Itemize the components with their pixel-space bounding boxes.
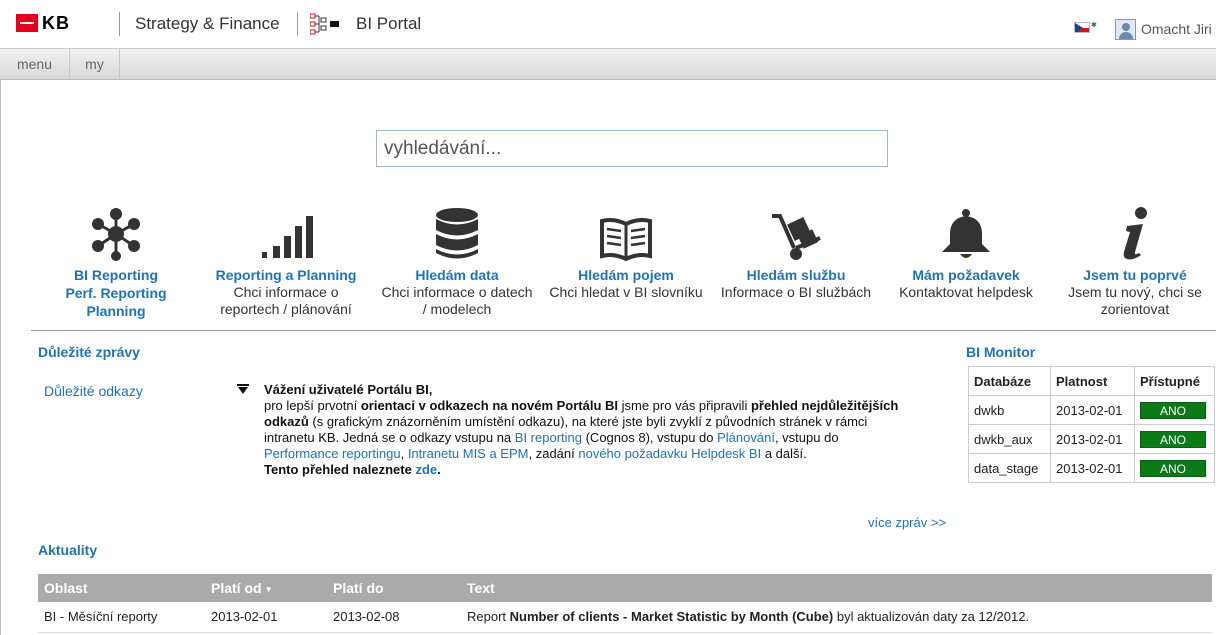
divider — [31, 330, 1216, 331]
link-bi-reporting[interactable]: BI reporting — [515, 430, 582, 445]
book-icon — [600, 218, 652, 262]
kb-logo-mark — [16, 14, 38, 32]
tile-description: Chci hledat v BI slovníku — [549, 284, 703, 300]
tile-description: Informace o BI službách — [720, 284, 872, 300]
column-header-oblast[interactable]: Oblast — [38, 574, 205, 602]
more-news-link[interactable]: více zpráv >> — [868, 515, 946, 530]
tile-title: Hledám službu — [746, 267, 846, 283]
column-header: Platnost — [1050, 366, 1135, 396]
tile-description: Jsem tu nový, chci se zorientovat — [1068, 284, 1202, 317]
column-header: Přístupné — [1134, 366, 1215, 396]
bi-monitor-title: BI Monitor — [966, 344, 1036, 360]
language-marker-icon: ✱ — [1091, 22, 1097, 29]
column-header-plati-do[interactable]: Platí do — [327, 574, 461, 602]
tile-hledam-pojem[interactable]: Hledám pojem Chci hledat v BI slovníku — [541, 198, 711, 301]
link-zde[interactable]: zde — [415, 462, 437, 477]
czech-flag-icon[interactable] — [1074, 22, 1090, 33]
nav-bar: menu my — [0, 48, 1216, 80]
status-badge: ANO — [1140, 459, 1206, 477]
link-helpdesk-request[interactable]: nového požadavku Helpdesk BI — [578, 446, 761, 461]
tile-description: Chci informace o reportech / plánování — [220, 284, 352, 317]
user-name[interactable]: Omacht Jiri — [1141, 21, 1212, 37]
message-greeting: Vážení uživatelé Portálu BI, — [264, 382, 433, 397]
nav-my[interactable]: my — [70, 49, 120, 80]
table-row: dwkb 2013-02-01 ANO — [968, 395, 1215, 425]
column-header-plati-od[interactable]: Platí od ▼ — [205, 574, 327, 602]
header-separator — [119, 12, 120, 36]
header-separator — [297, 12, 298, 36]
tile-mam-pozadavek[interactable]: Mám požadavek Kontaktovat helpdesk — [881, 198, 1051, 301]
hand-truck-icon — [772, 214, 821, 260]
page-left-border — [0, 80, 1, 635]
sort-desc-icon: ▼ — [264, 584, 273, 594]
tile-title: Jsem tu poprvé — [1083, 267, 1187, 283]
collapse-arrow-icon[interactable] — [237, 384, 249, 396]
search-input[interactable] — [376, 130, 888, 167]
tile-title: BI Reporting Perf. Reporting Planning — [65, 267, 167, 319]
bi-monitor-table: Databáze Platnost Přístupné dwkb 2013-02… — [968, 366, 1215, 483]
table-row: data_stage 2013-02-01 ANO — [968, 453, 1215, 483]
important-news-title: Důležité zprávy — [38, 344, 140, 360]
tile-hledam-sluzbu[interactable]: Hledám službu Informace o BI službách — [711, 198, 881, 301]
tile-title: Hledám data — [415, 267, 499, 283]
tile-description: Chci informace o datech / modelech — [381, 284, 533, 317]
link-intranet-mis-epm[interactable]: Intranetu MIS a EPM — [408, 446, 529, 461]
status-badge: ANO — [1140, 401, 1206, 419]
info-icon — [1123, 207, 1147, 260]
tile-title: Mám požadavek — [912, 267, 1020, 283]
important-message: Vážení uživatelé Portálu BI, pro lepší p… — [264, 382, 899, 477]
brand-name[interactable]: Strategy & Finance — [135, 14, 280, 34]
bar-chart-icon — [262, 216, 313, 258]
tile-jsem-tu-poprve[interactable]: Jsem tu poprvé Jsem tu nový, chci se zor… — [1050, 198, 1216, 318]
tile-hledam-data[interactable]: Hledám data Chci informace o datech / mo… — [372, 198, 542, 318]
kb-logo-text: KB — [42, 12, 70, 33]
status-badge: ANO — [1140, 430, 1206, 448]
tile-bi-reporting[interactable]: BI Reporting Perf. Reporting Planning — [31, 198, 201, 320]
tile-title: Reporting a Planning — [215, 267, 357, 283]
tile-title: Hledám pojem — [578, 267, 674, 283]
table-row: dwkb_aux 2013-02-01 ANO — [968, 424, 1215, 454]
link-planovani[interactable]: Plánování — [717, 430, 775, 445]
tile-description: Kontaktovat helpdesk — [899, 284, 1033, 300]
table-row[interactable]: BI - Měsíční reporty 2013-02-01 2013-02-… — [38, 602, 1212, 633]
link-performance-reporting[interactable]: Performance reportingu — [264, 446, 401, 461]
header: KB Strategy & Finance BI Portal ✱ Omacht… — [0, 0, 1216, 48]
news-table: Oblast Platí od ▼ Platí do Text BI - Měsí… — [38, 574, 1212, 633]
database-icon — [436, 208, 478, 259]
nav-menu[interactable]: menu — [0, 49, 70, 80]
user-avatar-icon[interactable] — [1115, 19, 1136, 40]
tile-reporting-planning[interactable]: Reporting a Planning Chci informace o re… — [201, 198, 371, 318]
portal-title[interactable]: BI Portal — [356, 14, 421, 34]
network-icon — [92, 208, 140, 261]
bell-icon — [942, 209, 990, 258]
column-header: Databáze — [968, 366, 1051, 396]
kb-logo[interactable]: KB — [16, 13, 70, 33]
important-links-link[interactable]: Důležité odkazy — [44, 383, 143, 399]
portal-hierarchy-icon — [310, 13, 339, 35]
news-title: Aktuality — [38, 542, 98, 558]
column-header-text[interactable]: Text — [461, 574, 1212, 602]
